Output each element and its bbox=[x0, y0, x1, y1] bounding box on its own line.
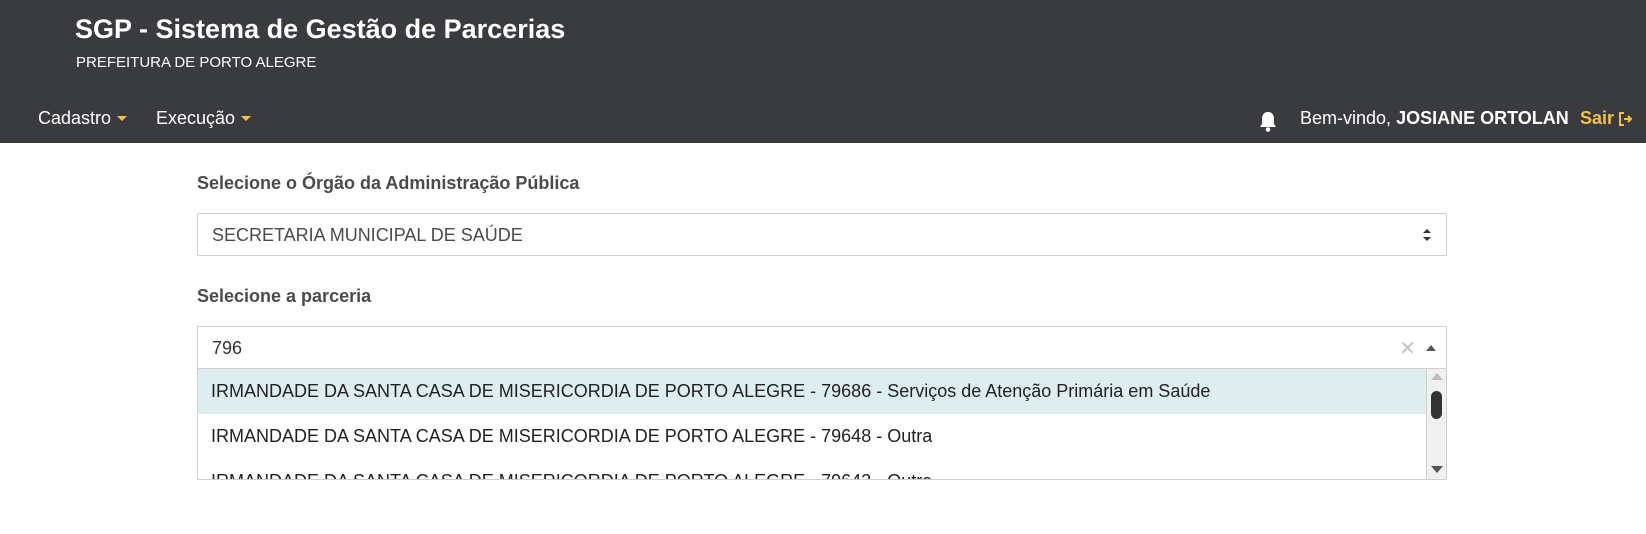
caret-down-icon bbox=[241, 116, 252, 121]
orgao-select-value: SECRETARIA MUNICIPAL DE SAÚDE bbox=[212, 225, 523, 245]
parceria-label: Selecione a parceria bbox=[197, 286, 372, 306]
app-header: SGP - Sistema de Gestão de Parcerias PRE… bbox=[0, 0, 1646, 143]
logout-link[interactable]: Sair bbox=[1580, 108, 1634, 129]
orgao-label: Selecione o Órgão da Administração Públi… bbox=[197, 173, 580, 193]
caret-down-icon bbox=[117, 116, 128, 121]
app-subtitle: PREFEITURA DE PORTO ALEGRE bbox=[76, 54, 317, 71]
caret-up-icon[interactable] bbox=[1426, 345, 1436, 351]
parceria-option[interactable]: IRMANDADE DA SANTA CASA DE MISERICORDIA … bbox=[198, 414, 1426, 459]
dropdown-scrollbar[interactable] bbox=[1426, 369, 1446, 479]
parceria-option[interactable]: IRMANDADE DA SANTA CASA DE MISERICORDIA … bbox=[198, 369, 1426, 414]
bell-icon[interactable] bbox=[1258, 110, 1278, 132]
parceria-combobox[interactable]: 796 ✕ bbox=[197, 326, 1447, 368]
user-name: JOSIANE ORTOLAN bbox=[1396, 108, 1569, 128]
parceria-search-input[interactable]: 796 bbox=[212, 338, 242, 359]
sort-arrows-icon bbox=[1423, 229, 1431, 241]
parceria-dropdown-list: IRMANDADE DA SANTA CASA DE MISERICORDIA … bbox=[197, 368, 1447, 480]
sign-out-icon bbox=[1619, 111, 1633, 126]
nav-menu-execucao-label: Execução bbox=[156, 108, 236, 128]
logout-label: Sair bbox=[1580, 108, 1615, 128]
clear-icon[interactable]: ✕ bbox=[1399, 336, 1416, 361]
scroll-down-arrow-icon[interactable] bbox=[1431, 466, 1443, 473]
nav-menu-execucao[interactable]: Execução bbox=[156, 108, 252, 129]
welcome-prefix: Bem-vindo, bbox=[1300, 108, 1392, 128]
scroll-thumb[interactable] bbox=[1431, 391, 1442, 419]
app-title: SGP - Sistema de Gestão de Parcerias bbox=[75, 14, 566, 44]
scroll-up-arrow-icon[interactable] bbox=[1431, 373, 1443, 380]
orgao-select[interactable]: SECRETARIA MUNICIPAL DE SAÚDE bbox=[197, 213, 1447, 256]
welcome-message: Bem-vindo, JOSIANE ORTOLAN bbox=[1300, 108, 1569, 129]
nav-menu-cadastro-label: Cadastro bbox=[38, 108, 112, 128]
nav-menu-cadastro[interactable]: Cadastro bbox=[38, 108, 128, 129]
parceria-option[interactable]: IRMANDADE DA SANTA CASA DE MISERICORDIA … bbox=[198, 459, 1426, 479]
